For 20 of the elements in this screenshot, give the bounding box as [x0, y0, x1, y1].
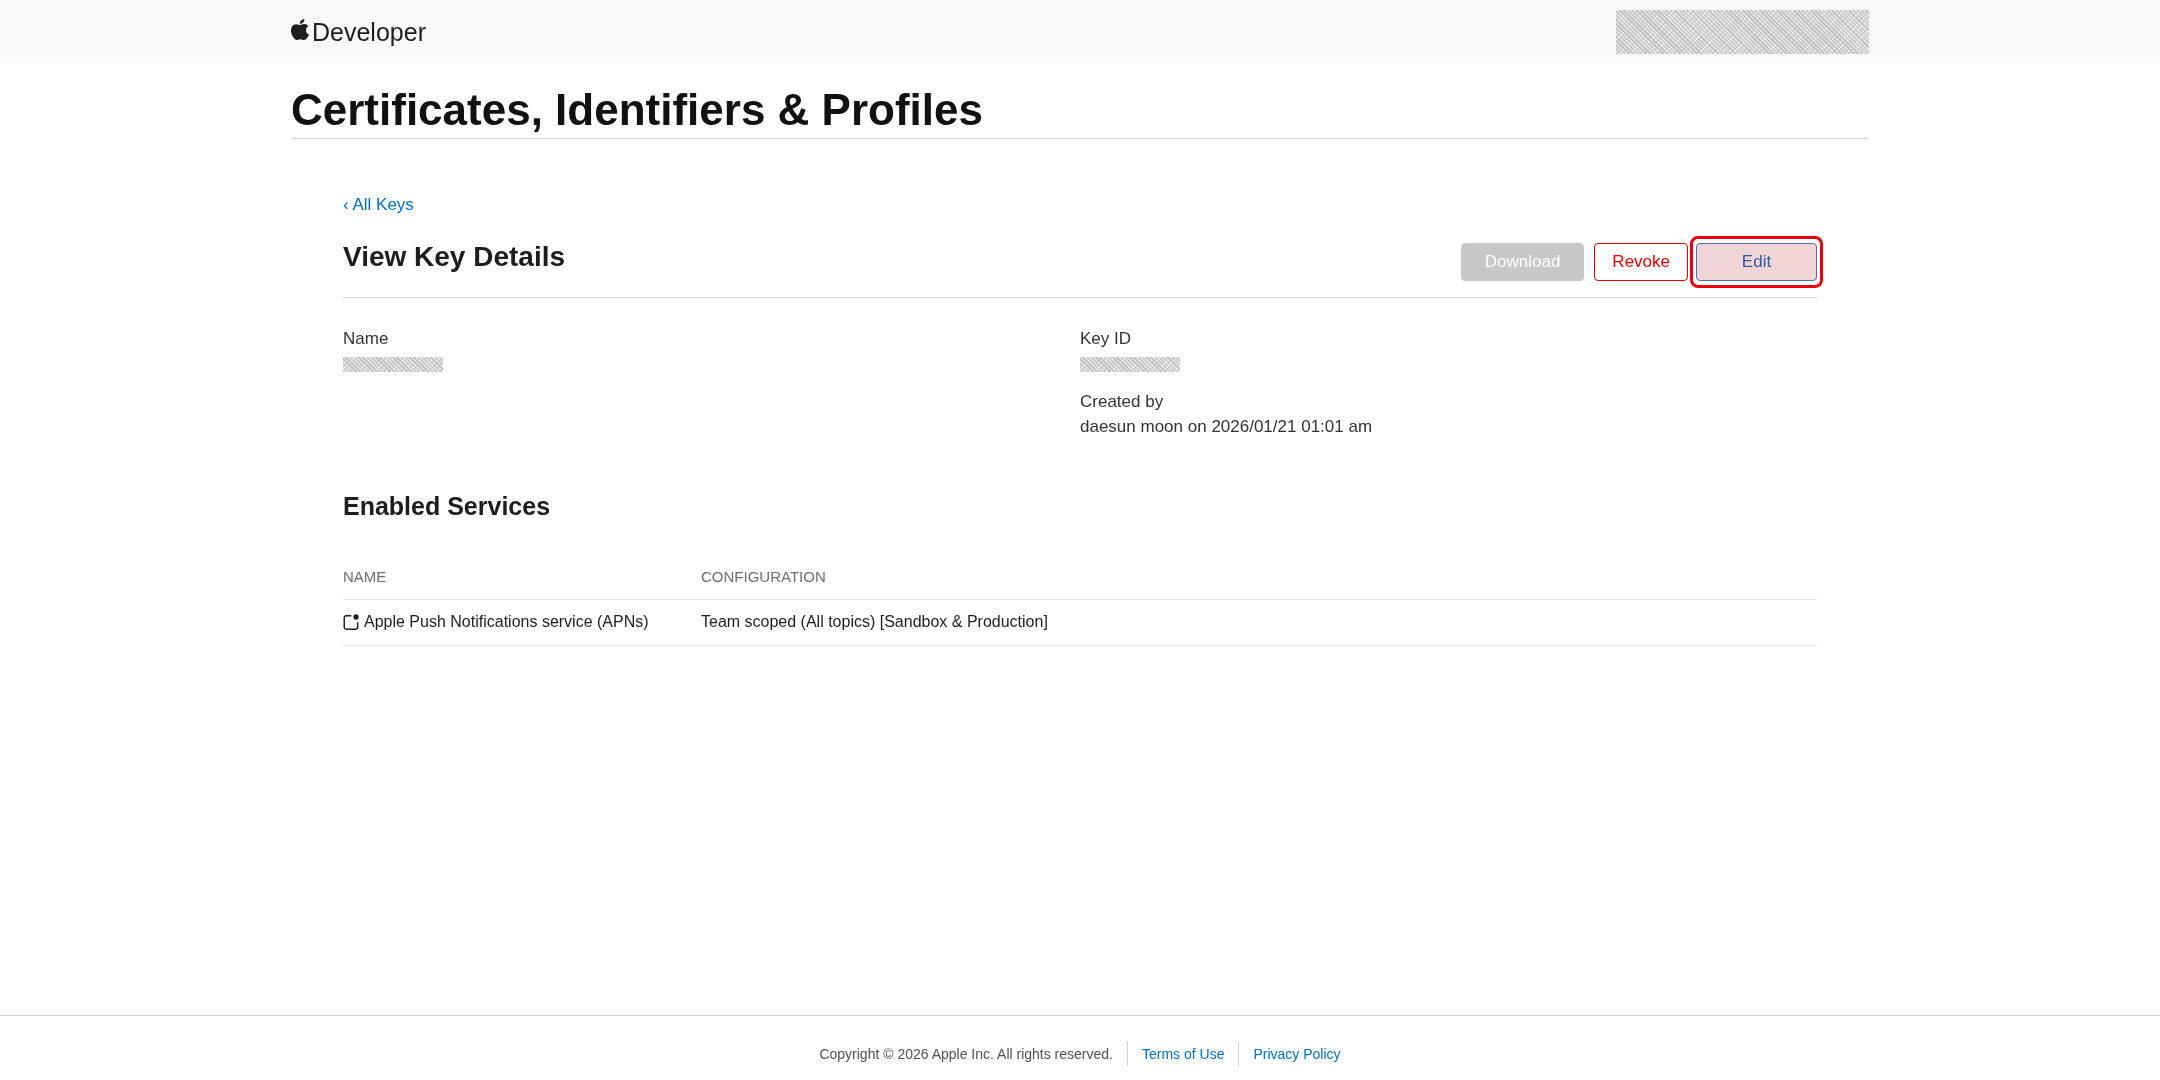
- edit-button[interactable]: Edit: [1696, 242, 1817, 281]
- developer-home-link[interactable]: Developer: [291, 16, 426, 47]
- field-value: daesun moon on 2026/01/21 01:01 am: [1080, 416, 1373, 438]
- field-label: Created by: [1080, 391, 1164, 413]
- service-name: Apple Push Notifications service (APNs): [364, 612, 649, 632]
- section-heading: Enabled Services: [343, 491, 551, 521]
- field-label: Key ID: [1080, 328, 1132, 350]
- page-title: Certificates, Identifiers & Profiles: [291, 86, 983, 134]
- page-heading: View Key Details: [343, 239, 566, 274]
- column-header: NAME: [343, 567, 387, 587]
- apple-icon: [291, 19, 310, 40]
- footer-link[interactable]: Privacy Policy: [1253, 1043, 1341, 1064]
- column-header: CONFIGURATION: [701, 567, 826, 587]
- configuration-text: Team scoped (All topics) [Sandbox & Production]: [701, 612, 1048, 632]
- field-label: Name: [343, 328, 389, 350]
- back-link[interactable]: ‹ All Keys: [343, 195, 414, 215]
- revoke-button[interactable]: Revoke: [1594, 242, 1688, 281]
- notification-badge-icon: [343, 614, 359, 630]
- copyright-text: Copyright © 2026 Apple Inc. All rights reserved.: [819, 1044, 1113, 1064]
- footer-link[interactable]: Terms of Use: [1142, 1043, 1225, 1064]
